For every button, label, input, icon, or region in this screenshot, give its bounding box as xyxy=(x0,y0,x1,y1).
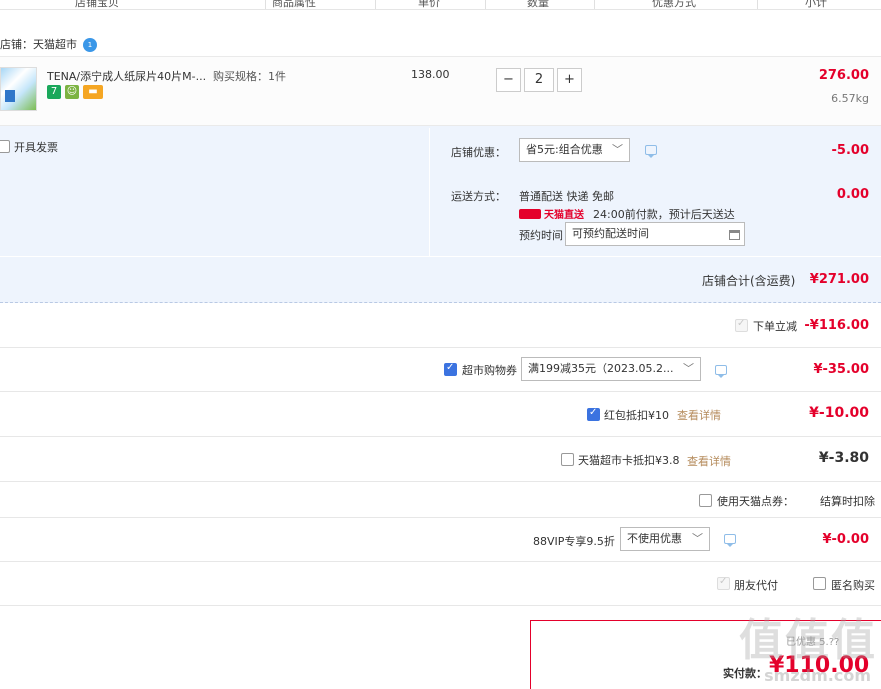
chat-icon[interactable] xyxy=(715,365,727,378)
shop-name[interactable]: 店铺：天猫超市 xyxy=(0,38,77,51)
vip-discount-select[interactable]: 不使用优惠 ﹀ xyxy=(620,527,710,551)
tmall-logo-icon xyxy=(519,209,541,219)
product-spec: 购买规格：1件 xyxy=(213,70,286,83)
shop-discount-value: 省5元:组合优惠 xyxy=(526,143,603,156)
chevron-down-icon: ﹀ xyxy=(612,143,623,156)
anonymous-checkbox[interactable] xyxy=(813,577,826,590)
seven-day-return-icon: 7 xyxy=(47,85,61,99)
calendar-icon xyxy=(729,230,740,240)
shipping-label: 运送方式： xyxy=(451,190,506,203)
shop-discount-label: 店铺优惠： xyxy=(451,146,506,159)
card-pay-icon: ▬ xyxy=(83,85,103,99)
shop-discount-amount: -5.00 xyxy=(831,143,869,158)
delivery-note: 24:00前付款，预计后天送达 xyxy=(593,208,735,221)
appointment-time-input[interactable]: 可预约配送时间 xyxy=(565,222,745,246)
chevron-down-icon: ﹀ xyxy=(692,532,703,545)
vip-amount: ¥-0.00 xyxy=(822,532,869,547)
points-note: 结算时扣除 xyxy=(820,495,875,508)
shop-discount-select[interactable]: 省5元:组合优惠 ﹀ xyxy=(519,138,630,162)
red-packet-amount: ¥-10.00 xyxy=(809,405,869,421)
shipping-amount: 0.00 xyxy=(836,187,869,202)
instant-discount-amount: -¥116.00 xyxy=(804,318,869,333)
quantity-input[interactable]: 2 xyxy=(524,68,554,92)
table-header: 店铺宝贝 商品属性 单价 数量 优惠方式 小计 xyxy=(0,0,881,10)
appointment-label: 预约时间 xyxy=(519,229,563,242)
quantity-plus-button[interactable]: + xyxy=(557,68,582,92)
mall-card-label: 天猫超市卡抵扣¥3.8 xyxy=(578,454,680,467)
header-product: 店铺宝贝 xyxy=(75,0,119,9)
supermarket-coupon-label: 超市购物券 xyxy=(462,364,517,377)
red-packet-checkbox[interactable] xyxy=(587,407,600,421)
header-attr: 商品属性 xyxy=(272,0,316,9)
item-subtotal: 276.00 xyxy=(818,68,869,83)
instant-discount-label: 下单立减 xyxy=(753,320,797,333)
points-label: 使用天猫点券： xyxy=(717,495,794,508)
shop-name-row: 店铺：天猫超市 1 xyxy=(0,36,97,52)
anonymous-label: 匿名购买 xyxy=(831,579,875,592)
invoice-checkbox[interactable] xyxy=(0,140,10,153)
header-price: 单价 xyxy=(418,0,440,9)
invoice-label: 开具发票 xyxy=(14,141,58,154)
friend-pay-label: 朋友代付 xyxy=(734,579,778,592)
red-packet-label: 红包抵扣¥10 xyxy=(604,409,669,422)
red-packet-details-link[interactable]: 查看详情 xyxy=(677,407,721,423)
supermarket-coupon-select[interactable]: 满199减35元（2023.05.2... ﹀ xyxy=(521,357,701,381)
supermarket-coupon-value: 满199减35元（2023.05.2... xyxy=(528,362,674,375)
header-discount: 优惠方式 xyxy=(652,0,696,9)
vip-discount-value: 不使用优惠 xyxy=(627,532,682,545)
mall-card-details-link[interactable]: 查看详情 xyxy=(687,453,731,469)
product-thumbnail[interactable] xyxy=(0,67,37,111)
product-title[interactable]: TENA/添宁成人纸尿片40片M-... xyxy=(47,68,212,84)
instant-discount-checkbox[interactable] xyxy=(735,318,748,332)
shop-total-label: 店铺合计(含运费) xyxy=(702,274,796,288)
tmall-direct-brand: 天猫直送 xyxy=(519,206,584,221)
chat-icon[interactable] xyxy=(645,145,657,158)
guarantee-icon: ☺ xyxy=(65,85,79,99)
supermarket-coupon-checkbox[interactable] xyxy=(444,362,457,376)
friend-pay-checkbox[interactable] xyxy=(717,576,730,590)
vip-label: 88VIP专享9.5折 xyxy=(533,535,615,548)
header-qty: 数量 xyxy=(527,0,549,9)
mall-card-amount: ¥-3.80 xyxy=(818,450,869,466)
supermarket-coupon-amount: ¥-35.00 xyxy=(813,362,869,377)
points-checkbox[interactable] xyxy=(699,494,712,507)
appointment-placeholder: 可预约配送时间 xyxy=(572,227,649,240)
chevron-down-icon: ﹀ xyxy=(683,362,694,375)
mall-card-checkbox[interactable] xyxy=(561,453,574,466)
unit-price: 138.00 xyxy=(411,68,450,81)
shop-badge-icon[interactable]: 1 xyxy=(83,38,97,52)
watermark-logo: 值值值 xyxy=(739,615,877,666)
cart-item-row: TENA/添宁成人纸尿片40片M-... 7 ☺ ▬ 购买规格：1件 138.0… xyxy=(0,56,881,126)
quantity-minus-button[interactable]: − xyxy=(496,68,521,92)
shipping-method: 普通配送 快递 免邮 xyxy=(519,190,614,203)
header-subtotal: 小计 xyxy=(805,0,827,9)
chat-icon[interactable] xyxy=(724,534,736,547)
item-weight: 6.57kg xyxy=(831,92,869,105)
shop-total-amount: ¥271.00 xyxy=(809,272,869,287)
watermark-domain: smzdm.com xyxy=(764,666,871,685)
